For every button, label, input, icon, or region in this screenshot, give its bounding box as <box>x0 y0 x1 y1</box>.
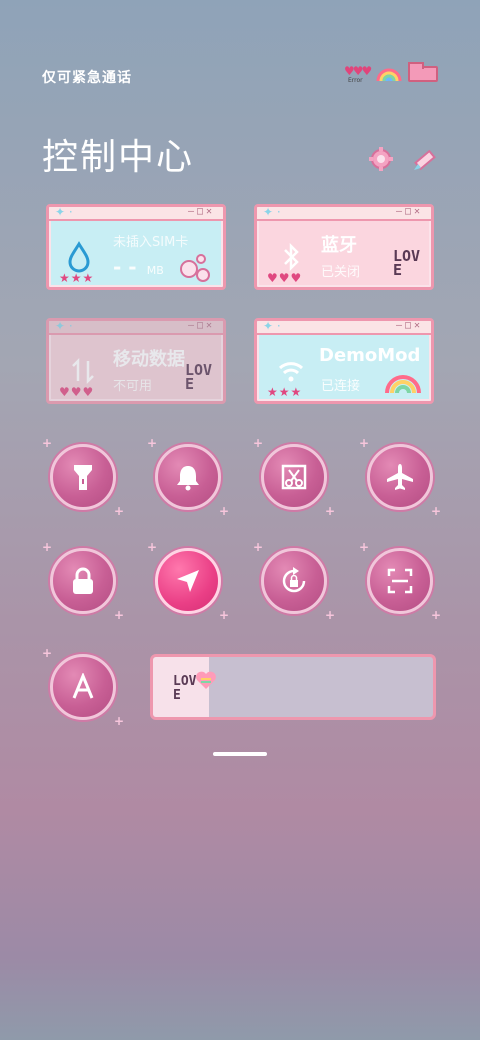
airplane-toggle[interactable]: + + <box>359 436 441 518</box>
location-arrow-icon <box>177 570 199 592</box>
stars-decoration: ★★★ <box>59 271 95 285</box>
bell-icon <box>177 466 199 491</box>
signal-hearts-icon: ♥♥♥ Error <box>344 64 372 84</box>
page-title: 控制中心 <box>42 137 195 178</box>
status-bar: 仅可紧急通话 ♥♥♥ Error <box>0 0 480 110</box>
screenshot-toggle[interactable]: + + <box>253 436 335 518</box>
status-icons: ♥♥♥ Error <box>344 62 438 84</box>
mobile-data-icon <box>72 357 94 385</box>
data-usage-card[interactable]: ✦ · –□✕ 未插入SIM卡 - - MB ★★★ <box>46 204 226 290</box>
hearts-decoration: ♥♥♥ <box>267 271 303 285</box>
battery-folder-icon <box>408 62 438 82</box>
mobile-data-card[interactable]: ✦ · –□✕ 移动数据 不可用 ♥♥♥ LOVE <box>46 318 226 404</box>
sparkle-icon: ✦ · <box>55 319 73 333</box>
stars-decoration: ★★★ <box>267 385 303 399</box>
carrier-text: 仅可紧急通话 <box>42 70 132 86</box>
love-decoration: LOVE <box>185 361 213 393</box>
brightness-slider[interactable]: LOVE <box>150 654 436 720</box>
sparkle-icon: ✦ · <box>263 205 281 219</box>
screen-lock-toggle[interactable]: + + <box>42 540 124 622</box>
card-status: 不可用 <box>113 379 153 394</box>
title-actions <box>368 146 438 172</box>
bubbles-decoration-icon <box>180 254 210 282</box>
auto-brightness-toggle[interactable]: + + <box>42 646 124 728</box>
sparkle-icon: ✦ · <box>55 205 73 219</box>
scanner-toggle[interactable]: + + <box>359 540 441 622</box>
ringer-toggle[interactable]: + + <box>147 436 229 518</box>
flashlight-icon <box>74 465 92 490</box>
scissors-icon <box>281 464 307 490</box>
card-status: 已关闭 <box>321 265 361 280</box>
sparkle-icon: ✦ · <box>263 319 281 333</box>
letter-a-icon <box>72 673 94 699</box>
card-title: 蓝牙 <box>321 235 357 256</box>
airplane-icon <box>387 464 413 490</box>
love-decoration: LOVE <box>393 247 421 279</box>
window-controls-icon: –□✕ <box>395 206 423 217</box>
lock-icon <box>73 567 93 594</box>
rainbow-icon <box>376 68 402 82</box>
wifi-icon <box>278 362 304 382</box>
water-drop-icon <box>68 241 90 273</box>
wifi-card[interactable]: ✦ · –□✕ DemoMod 已连接 ★★★ <box>254 318 434 404</box>
bluetooth-icon <box>284 242 299 272</box>
data-usage-value: - - MB <box>113 255 164 279</box>
window-controls-icon: –□✕ <box>395 320 423 331</box>
rainbow-heart-icon <box>196 671 216 689</box>
rotation-lock-toggle[interactable]: + + <box>253 540 335 622</box>
rainbow-decoration-icon <box>385 375 421 394</box>
window-controls-icon: –□✕ <box>187 206 215 217</box>
bluetooth-card[interactable]: ✦ · –□✕ 蓝牙 已关闭 ♥♥♥ LOVE <box>254 204 434 290</box>
card-status: 已连接 <box>321 379 361 394</box>
window-controls-icon: –□✕ <box>187 320 215 331</box>
card-title: 移动数据 <box>113 349 185 370</box>
home-indicator[interactable] <box>213 752 267 756</box>
scan-icon <box>387 568 413 594</box>
gear-icon[interactable] <box>368 146 394 172</box>
hearts-decoration: ♥♥♥ <box>59 385 95 399</box>
error-label: Error <box>348 77 363 84</box>
edit-pencil-icon[interactable] <box>412 146 438 172</box>
card-title: 未插入SIM卡 <box>113 235 189 250</box>
location-toggle[interactable]: + + <box>147 540 229 622</box>
rotation-lock-icon <box>282 567 306 593</box>
flashlight-toggle[interactable]: + + <box>42 436 124 518</box>
